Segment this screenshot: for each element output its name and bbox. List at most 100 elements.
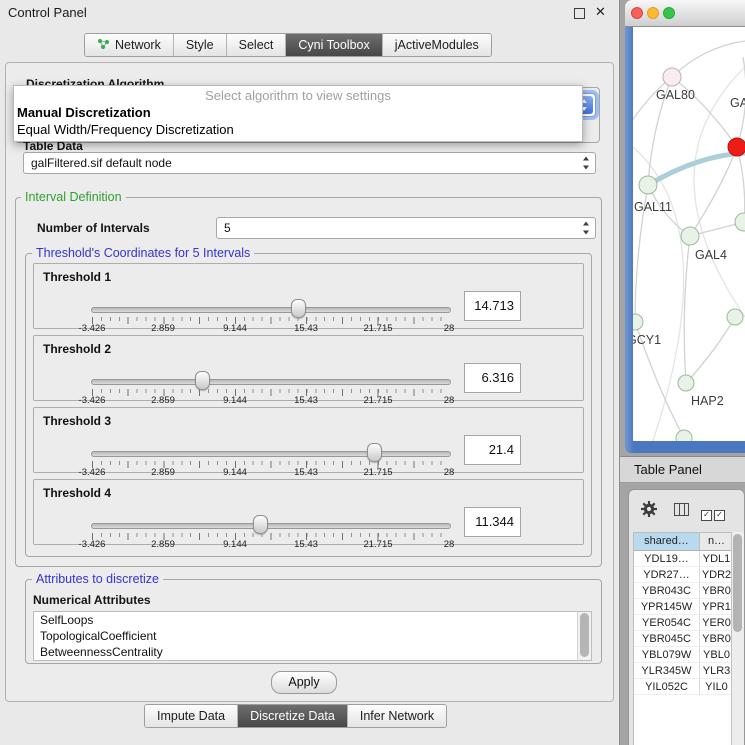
axis-label: 28 [444,323,455,334]
list-item[interactable]: TopologicalCoefficient [34,628,591,644]
checkbox-icon: ✓ [714,510,725,521]
network-canvas[interactable]: GAL80GAGAL11GAL4GCY1HAP2 [633,27,745,441]
table-cell[interactable]: YDR27… [634,567,700,583]
list-scrollbar[interactable] [577,612,591,660]
scrollbar-thumb[interactable] [580,613,589,657]
tab-discretize-data[interactable]: Discretize Data [238,705,348,727]
network-node[interactable] [676,430,692,441]
network-node[interactable] [728,138,745,156]
minimize-traffic-light-icon[interactable] [647,7,659,19]
table-cell[interactable]: YBL0 [700,647,734,663]
close-traffic-light-icon[interactable] [631,7,643,19]
table-scrollbar[interactable] [731,532,744,745]
threshold-slider[interactable] [91,307,451,313]
table-cell[interactable]: YDL1 [700,551,734,567]
network-node[interactable] [735,213,745,231]
network-edge [648,153,745,185]
zoom-traffic-light-icon[interactable] [663,7,675,19]
scrollbar-thumb[interactable] [733,534,742,632]
table-cell[interactable]: YBR043C [634,583,700,599]
table-cell[interactable]: YBL079W [634,647,700,663]
network-node[interactable] [633,314,643,330]
threshold-slider[interactable] [91,523,451,529]
axis-label: 15.43 [294,539,318,550]
column-header-name[interactable]: n… [700,533,734,551]
table-cell[interactable]: YLR3 [700,663,734,679]
tab-impute-data[interactable]: Impute Data [145,705,238,727]
network-node[interactable] [639,176,657,194]
threshold-value-field[interactable]: 14.713 [464,291,521,321]
float-window-icon[interactable] [574,8,585,19]
network-edge [672,41,745,77]
table-cell[interactable]: YER054C [634,615,700,631]
tab-cyni-toolbox[interactable]: Cyni Toolbox [286,34,382,56]
tab-network[interactable]: Network [85,34,174,56]
table-data-combobox[interactable]: galFiltered.sif default node [23,152,596,174]
apply-button[interactable]: Apply [271,671,337,694]
table-cell[interactable]: YPR1 [700,599,734,615]
network-window-titlebar[interactable] [625,0,745,27]
threshold-value-field[interactable]: 21.4 [464,435,521,465]
slider-handle[interactable] [367,443,382,462]
numerical-attributes-list: SelfLoops TopologicalCoefficient Between… [33,611,592,661]
number-of-intervals-combobox[interactable]: 5 [216,217,596,239]
tab-jactivemodules[interactable]: jActiveModules [383,34,491,56]
threshold-label: Threshold 3 [43,414,111,428]
axis-label: 21.715 [363,323,392,334]
axis-label: 2.859 [151,539,175,550]
combo-stepper-icon[interactable] [582,222,591,235]
threshold-value-field[interactable]: 11.344 [464,507,521,537]
combo-stepper-icon[interactable] [582,157,591,170]
network-node[interactable] [727,309,743,325]
select-all-icon[interactable]: ✓✓ [701,504,727,522]
table-cell[interactable]: YLR345W [634,663,700,679]
threshold-panel: Threshold 2 -3.426 2.859 9.144 15.43 21.… [33,335,584,401]
table-cell[interactable]: YIL052C [634,679,700,695]
axis-label: 2.859 [151,323,175,334]
axis-label: 21.715 [363,539,392,550]
table-cell[interactable]: YIL0 [700,679,734,695]
slider-handle[interactable] [291,299,306,318]
table-row: YIL052CYIL0 [634,679,744,695]
slider-handle[interactable] [195,371,210,390]
list-item[interactable]: BetweennessCentrality [34,644,591,660]
axis-label: -3.426 [79,539,106,550]
close-icon[interactable]: ✕ [595,4,606,20]
table-cell[interactable]: YDR2 [700,567,734,583]
list-item[interactable]: SelfLoops [34,612,591,628]
network-node[interactable] [663,68,681,86]
column-header-shared-name[interactable]: shared… [634,533,700,551]
axis-label: 15.43 [294,467,318,478]
dropdown-option-equal-width-frequency[interactable]: Equal Width/Frequency Discretization [14,121,582,138]
threshold-value-field[interactable]: 6.316 [464,363,521,393]
group-title: Threshold's Coordinates for 5 Intervals [32,246,254,260]
table-cell[interactable]: YDL19… [634,551,700,567]
table-cell[interactable]: YPR145W [634,599,700,615]
column-chooser-icon[interactable] [674,503,689,516]
dropdown-option-manual-discretization[interactable]: Manual Discretization [14,104,582,121]
axis-label: -3.426 [79,323,106,334]
threshold-panel: Threshold 4 -3.426 2.859 9.144 15.43 21.… [33,479,584,545]
threshold-slider[interactable] [91,379,451,385]
tab-select[interactable]: Select [227,34,287,56]
tab-infer-network[interactable]: Infer Network [348,705,446,727]
axis-label: -3.426 [79,395,106,406]
table-cell[interactable]: YBR0 [700,631,734,647]
axis-label: 2.859 [151,467,175,478]
tab-label: Discretize Data [250,709,335,723]
window-title: Control Panel [8,5,87,20]
network-edge [684,236,690,383]
network-node[interactable] [681,227,699,245]
network-node-label: GCY1 [633,333,661,347]
gear-icon[interactable] [640,500,658,523]
table-cell[interactable]: YBR0 [700,583,734,599]
table-cell[interactable]: YBR045C [634,631,700,647]
screenshot-stage: Control Panel ✕ Network Style Select Cyn… [0,0,745,745]
tab-style[interactable]: Style [174,34,227,56]
tab-label: Network [115,38,161,52]
slider-handle[interactable] [253,515,268,534]
table-cell[interactable]: YER0 [700,615,734,631]
threshold-slider[interactable] [91,451,451,457]
network-node[interactable] [678,375,694,391]
table-panel-header[interactable]: Table Panel [620,456,745,483]
